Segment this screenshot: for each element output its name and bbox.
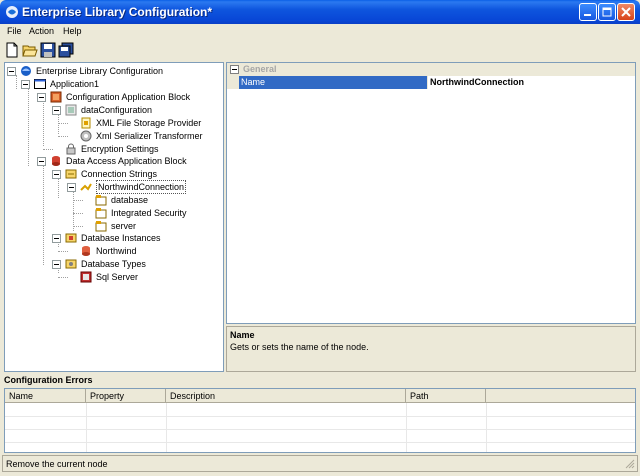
menu-file[interactable]: File [7,26,22,36]
resize-grip-icon[interactable] [625,459,635,469]
collapse-toggle[interactable] [52,170,61,179]
tree-label-northwind: Northwind [96,246,137,256]
column-header-name[interactable]: Name [5,389,86,403]
collapse-toggle[interactable] [67,183,76,192]
transformer-icon [80,130,92,142]
config-block-icon [50,91,62,103]
tree-label-xml-storage: XML File Storage Provider [96,118,202,128]
close-icon [621,7,631,17]
description-title: Name [230,330,255,340]
tree-label-database-types: Database Types [81,259,146,269]
category-label: General [243,64,277,74]
data-configuration-icon [65,104,77,116]
status-text: Remove the current node [6,459,108,469]
collapse-toggle[interactable] [37,93,46,102]
collapse-toggle[interactable] [37,157,46,166]
column-header-path[interactable]: Path [406,389,486,403]
tree-label-config-block: Configuration Application Block [66,92,191,102]
data-access-block-icon [52,156,60,166]
parameter-icon [95,195,107,206]
menu-help[interactable]: Help [63,26,82,36]
menu-action[interactable]: Action [29,26,54,36]
close-button[interactable] [617,3,635,21]
database-instances-icon [65,233,77,243]
window-title: Enterprise Library Configuration* [22,5,213,19]
minimize-button[interactable] [579,3,597,21]
description-text: Gets or sets the name of the node. [230,342,369,352]
tree-label-param-server: server [111,221,137,231]
collapse-toggle[interactable] [230,65,239,74]
connection-icon [80,183,92,191]
sql-server-icon [80,271,92,283]
application-icon [34,79,46,89]
property-category[interactable]: General [227,63,635,76]
lock-icon [66,143,76,155]
title-bar: Enterprise Library Configuration* [0,0,640,24]
storage-provider-icon [81,117,91,129]
collapse-toggle[interactable] [52,234,61,243]
tree-label-application: Application1 [50,79,100,89]
save-all-icon[interactable] [58,42,74,58]
enterprise-library-icon [21,66,31,76]
errors-grid[interactable]: Name Property Description Path [4,388,636,453]
tree-label-xml-serializer: Xml Serializer Transformer [96,131,203,141]
minimize-icon [584,14,591,16]
errors-grid-header: Name Property Description Path [5,389,635,403]
column-header-description[interactable]: Description [166,389,406,403]
tree-label-param-database: database [111,195,149,205]
tree-label-param-security: Integrated Security [111,208,187,218]
property-value[interactable]: NorthwindConnection [427,76,635,89]
maximize-button[interactable] [598,3,616,21]
database-types-icon [65,259,77,269]
tree-label-root: Enterprise Library Configuration [36,66,164,76]
new-icon[interactable] [4,42,20,58]
maximize-icon [602,7,612,17]
save-icon[interactable] [40,42,56,58]
property-grid[interactable]: General Name NorthwindConnection [226,62,636,324]
collapse-toggle[interactable] [7,67,16,76]
menu-bar: File Action Help [0,24,640,40]
status-bar: Remove the current node [2,455,638,472]
collapse-toggle[interactable] [21,80,30,89]
parameter-icon [95,221,107,232]
property-name[interactable]: Name [239,76,427,89]
tree-label-encryption: Encryption Settings [81,144,159,154]
parameter-icon [95,208,107,219]
tree-label-data-configuration: dataConfiguration [81,105,153,115]
tree-label-northwind-connection: NorthwindConnection [96,180,187,194]
toolbar [0,40,640,60]
open-icon[interactable] [22,42,38,58]
collapse-toggle[interactable] [52,106,61,115]
collapse-toggle[interactable] [52,260,61,269]
connection-strings-icon [65,169,77,179]
tree-label-database-instances: Database Instances [81,233,161,243]
configuration-tree[interactable]: Enterprise Library Configuration Applica… [4,62,224,372]
app-icon [6,6,18,18]
tree-label-sql-server: Sql Server [96,272,139,282]
tree-label-connection-strings: Connection Strings [81,169,158,179]
property-row[interactable]: Name NorthwindConnection [227,76,635,89]
tree-label-data-access-block: Data Access Application Block [66,156,187,166]
property-description: Name Gets or sets the name of the node. [226,326,636,372]
errors-title: Configuration Errors [4,375,93,385]
database-icon [82,246,90,256]
column-header-property[interactable]: Property [86,389,166,403]
